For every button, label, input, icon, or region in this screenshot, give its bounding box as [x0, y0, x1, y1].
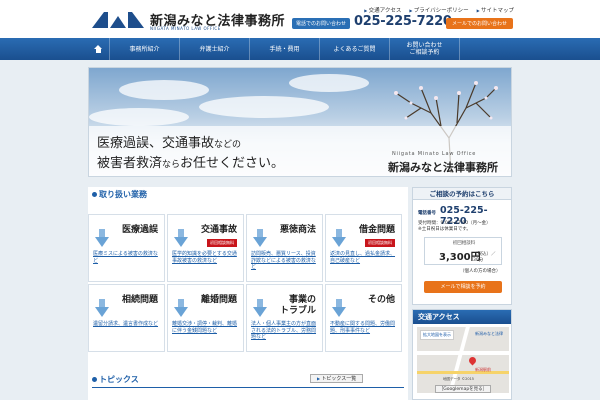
map-label: 新潟駅前	[475, 367, 491, 372]
site-header: 新潟みなと法律事務所 NIIGATA MINATO LAW OFFICE 交通ア…	[0, 0, 600, 38]
cloud	[289, 74, 369, 92]
fee-note: （個人の方の場合）	[460, 269, 501, 274]
nav-contact-label: お問い合わせ	[406, 42, 443, 49]
closed-text: ※土日祝日は休業日です。	[418, 227, 471, 232]
header-tel-number[interactable]: 025-225-7220	[354, 14, 452, 29]
fee-label: 初回相談料	[452, 241, 476, 246]
contact-title: ご相談の予約はこちら	[413, 188, 511, 200]
practice-item[interactable]: 離婚問題離婚交渉・調停・裁判、離婚に伴う金銭問題など	[167, 284, 244, 352]
practice-item[interactable]: 借金問題初回相談無料返済の見直し、過払金請求、自己破産など	[325, 214, 402, 282]
hero-text-small: などの	[214, 140, 242, 150]
top-link-access[interactable]: 交通アクセス	[364, 6, 402, 14]
nav-item-lawyers[interactable]: 弁護士紹介	[180, 38, 250, 60]
nav-item-contact[interactable]: お問い合わせ ご相談予約	[390, 38, 460, 60]
top-link-privacy[interactable]: プライバシーポリシー	[409, 6, 469, 14]
map-data-credit: 地図データ ©2015	[443, 377, 475, 381]
practice-item-title: その他	[367, 295, 395, 305]
topics-section: トピックス トピックス一覧	[88, 372, 408, 400]
contact-box: ご相談の予約はこちら 電話番号 025-225-7220 受付時間：9:00～1…	[412, 187, 512, 305]
down-arrow-icon	[174, 229, 188, 247]
main-nav: 事務所紹介 弁護士紹介 手続・費用 よくあるご質問 お問い合わせ ご相談予約	[0, 38, 600, 60]
down-arrow-icon	[95, 229, 109, 247]
down-arrow-icon	[174, 299, 188, 317]
practice-item-desc[interactable]: 返済の見直し、過払金請求、自己破産など	[330, 251, 397, 264]
map-label: 新潟みなと法律	[475, 331, 503, 336]
practice-item-desc[interactable]: 遺留分請求、遺言書作成など	[93, 321, 160, 328]
hero-office-en: Niigata Minato Law Office	[392, 151, 477, 157]
free-consult-badge: 初回相談無料	[365, 239, 395, 247]
down-arrow-icon	[332, 299, 346, 317]
access-title: 交通アクセス	[413, 310, 511, 324]
cloud	[89, 108, 189, 126]
fee-box: 初回相談料 3,300円 （税込）／30分	[424, 237, 502, 265]
practice-item-desc[interactable]: 法人・個人事業主の方が直面される法的トラブル、労務問題など	[251, 321, 318, 341]
practice-item-title: 相続問題	[121, 295, 158, 305]
hero-text: 医療過誤、交通事故	[97, 136, 215, 151]
top-links: 交通アクセス プライバシーポリシー サイトマップ	[364, 6, 514, 14]
practice-item-title: 悪徳商法	[279, 225, 316, 235]
practice-title: 取り扱い業務	[92, 189, 147, 200]
hero-text: お任せください。	[180, 156, 285, 171]
practice-item[interactable]: 事業の トラブル法人・個人事業主の方が直面される法的トラブル、労務問題など	[246, 284, 323, 352]
mail-reserve-button[interactable]: メールで相談を予約	[424, 281, 502, 293]
practice-item[interactable]: 相続問題遺留分請求、遺言書作成など	[88, 284, 165, 352]
map-pin-icon	[467, 355, 478, 366]
hero-headline-2: 被害者救済ならお任せください。	[97, 152, 284, 171]
down-arrow-icon	[253, 229, 267, 247]
contact-tel-label: 電話番号	[418, 211, 436, 216]
practice-item-title: 事業の トラブル	[279, 295, 316, 316]
access-box: 交通アクセス 拡大地図を表示 新潟みなと法律 新潟駅前 地図データ ©2015 …	[412, 309, 512, 400]
down-arrow-icon	[95, 299, 109, 317]
googlemap-button[interactable]: ［Googlemapを見る］	[435, 385, 491, 393]
map-enlarge-link[interactable]: 拡大地図を表示	[420, 330, 454, 340]
topics-divider	[92, 387, 404, 388]
map-road	[417, 371, 509, 374]
practice-item-desc[interactable]: 訪問販売、悪質リース、投資詐欺などによる被害の救済など	[251, 251, 318, 271]
hero-headline-1: 医療過誤、交通事故などの	[97, 132, 241, 151]
nav-contact-sub: ご相談予約	[409, 49, 440, 56]
practice-item-title: 交通事故	[200, 225, 237, 235]
hero-office-name: 新潟みなと法律事務所	[388, 161, 498, 174]
nav-home[interactable]	[88, 38, 110, 60]
cloud	[119, 80, 209, 100]
practice-item[interactable]: 交通事故初回相談無料医学的知識を必要とする交通事故被害の救済など	[167, 214, 244, 282]
practice-item-desc[interactable]: 医学的知識を必要とする交通事故被害の救済など	[172, 251, 239, 264]
home-icon	[94, 45, 103, 53]
down-arrow-icon	[253, 299, 267, 317]
topics-title: トピックス	[92, 374, 139, 385]
fee-unit: （税込）／30分	[473, 252, 496, 263]
mail-inquiry-button[interactable]: メールでのお問い合わせ	[446, 18, 514, 29]
logo-icon[interactable]	[92, 12, 144, 28]
practice-item-title: 借金問題	[358, 225, 395, 235]
hero-text: 被害者救済	[97, 156, 163, 171]
cloud	[199, 96, 329, 118]
map[interactable]: 拡大地図を表示 新潟みなと法律 新潟駅前 地図データ ©2015 ［Google…	[417, 327, 509, 393]
practice-item[interactable]: その他不動産に関する問題、労働問題、刑事事件など	[325, 284, 402, 352]
hero-text-small: なら	[162, 160, 181, 170]
tel-label-badge: 電話でのお問い合わせ	[292, 18, 351, 29]
practice-item-desc[interactable]: 不動産に関する問題、労働問題、刑事事件など	[330, 321, 397, 334]
topics-list-button[interactable]: トピックス一覧	[310, 374, 364, 383]
nav-item-fees[interactable]: 手続・費用	[250, 38, 320, 60]
contact-hours: 受付時間：9:00～17:00（月～金） ※土日祝日は休業日です。	[418, 221, 491, 233]
practice-item-title: 離婚問題	[200, 295, 237, 305]
practice-item-desc[interactable]: 離婚交渉・調停・裁判、離婚に伴う金銭問題など	[172, 321, 239, 334]
practice-item-title: 医療過誤	[121, 225, 158, 235]
site-name-en: NIIGATA MINATO LAW OFFICE	[150, 26, 221, 31]
free-consult-badge: 初回相談無料	[207, 239, 237, 247]
practice-item[interactable]: 悪徳商法訪問販売、悪質リース、投資詐欺などによる被害の救済など	[246, 214, 323, 282]
nav-item-faq[interactable]: よくあるご質問	[320, 38, 390, 60]
practice-item-desc[interactable]: 医療ミスによる被害の救済など	[93, 251, 160, 264]
down-arrow-icon	[332, 229, 346, 247]
practice-item[interactable]: 医療過誤医療ミスによる被害の救済など	[88, 214, 165, 282]
top-link-sitemap[interactable]: サイトマップ	[477, 6, 514, 14]
nav-item-office[interactable]: 事務所紹介	[110, 38, 180, 60]
